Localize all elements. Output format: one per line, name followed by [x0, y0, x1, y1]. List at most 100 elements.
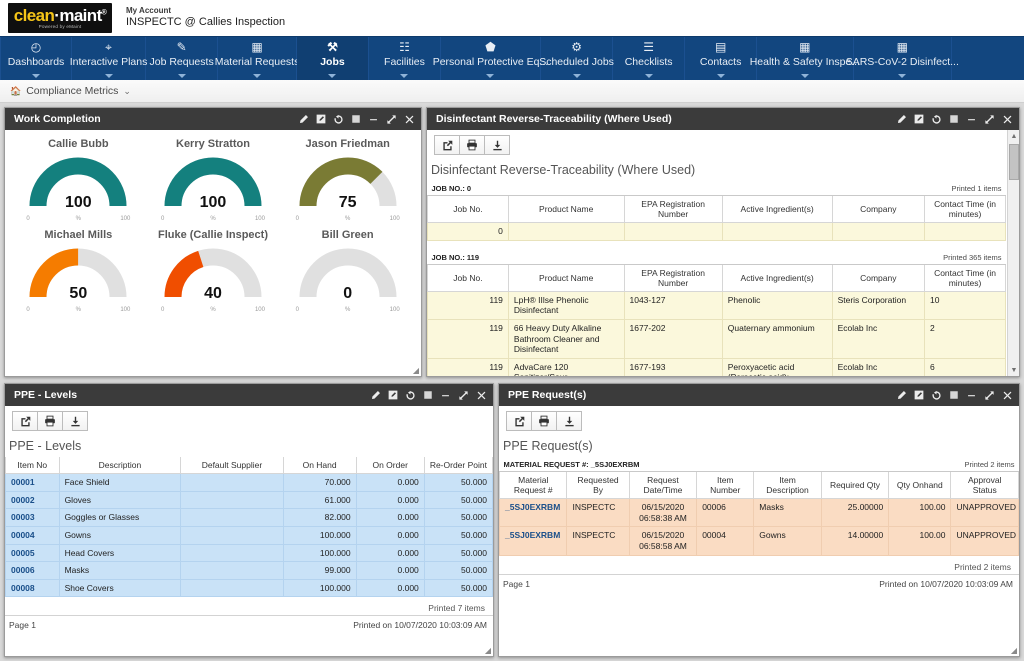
scroll-up-arrow[interactable]: ▲	[1008, 130, 1019, 142]
minimize-icon[interactable]	[368, 114, 379, 125]
column-header[interactable]: Contact Time (in minutes)	[925, 196, 1006, 223]
printer-icon[interactable]	[459, 135, 485, 155]
nav-item-personal-protective-eq[interactable]: ⬟Personal Protective Eq...	[441, 37, 541, 80]
vertical-scrollbar[interactable]: ▲ ▼	[1007, 130, 1019, 376]
chevron-down-icon[interactable]	[486, 74, 494, 78]
table-row[interactable]: 119AdvaCare 120 Sanitizer/Sour1677-193Pe…	[428, 358, 1006, 376]
column-header[interactable]: Contact Time (in minutes)	[925, 264, 1006, 291]
export-icon[interactable]	[506, 411, 532, 431]
download-icon[interactable]	[556, 411, 582, 431]
chevron-down-icon[interactable]	[253, 74, 261, 78]
download-icon[interactable]	[62, 411, 88, 431]
column-header[interactable]: EPA Registration Number	[624, 196, 722, 223]
chevron-down-icon[interactable]	[105, 74, 113, 78]
table-row[interactable]: 00008Shoe Covers100.0000.00050.000	[6, 579, 493, 597]
export-icon[interactable]	[434, 135, 460, 155]
material-request-link[interactable]: _5SJ0EXRBM	[505, 530, 560, 540]
restore-icon[interactable]	[949, 114, 959, 124]
resize-grip[interactable]: ◢	[482, 646, 491, 655]
printer-icon[interactable]	[37, 411, 63, 431]
table-row[interactable]: _5SJ0EXRBMINSPECTC06/15/202006:58:38 AM0…	[500, 499, 1019, 527]
item-no-link[interactable]: 00004	[11, 530, 35, 540]
refresh-icon[interactable]	[931, 390, 942, 401]
resize-grip[interactable]: ◢	[1008, 646, 1017, 655]
refresh-icon[interactable]	[405, 390, 416, 401]
expand-icon[interactable]	[984, 114, 995, 125]
nav-item-health-safety-inspe[interactable]: ▦Health & Safety Inspe...	[757, 37, 853, 80]
minimize-icon[interactable]	[440, 390, 451, 401]
chevron-down-icon[interactable]	[898, 74, 906, 78]
column-header[interactable]: Active Ingredient(s)	[722, 264, 832, 291]
close-icon[interactable]	[404, 114, 415, 125]
chevron-down-icon[interactable]	[801, 74, 809, 78]
column-header[interactable]: Qty Onhand	[889, 472, 951, 499]
table-row[interactable]: 00004Gowns100.0000.00050.000	[6, 526, 493, 544]
column-header[interactable]: Company	[832, 264, 924, 291]
pencil-icon[interactable]	[896, 114, 907, 125]
nav-item-scheduled-jobs[interactable]: ⚙Scheduled Jobs	[541, 37, 613, 80]
refresh-icon[interactable]	[333, 114, 344, 125]
nav-item-checklists[interactable]: ☰Checklists	[613, 37, 685, 80]
column-header[interactable]: Request Date/Time	[629, 472, 696, 499]
chevron-down-icon[interactable]	[328, 74, 336, 78]
column-header[interactable]: Required Qty	[821, 472, 888, 499]
table-row[interactable]: 119LpH® IIlse Phenolic Disinfectant1043-…	[428, 291, 1006, 319]
column-header[interactable]: On Order	[356, 457, 424, 474]
scrollbar-thumb[interactable]	[1009, 144, 1019, 180]
close-icon[interactable]	[1002, 390, 1013, 401]
table-row[interactable]: 11966 Heavy Duty Alkaline Bathroom Clean…	[428, 319, 1006, 358]
item-no-link[interactable]: 00002	[11, 495, 35, 505]
nav-item-job-requests[interactable]: ✎Job Requests	[146, 37, 218, 80]
column-header[interactable]: EPA Registration Number	[624, 264, 722, 291]
nav-item-jobs[interactable]: ⚒Jobs	[297, 37, 369, 80]
column-header[interactable]: Default Supplier	[181, 457, 283, 474]
item-no-link[interactable]: 00001	[11, 477, 35, 487]
column-header[interactable]: Approval Status	[951, 472, 1019, 499]
close-icon[interactable]	[476, 390, 487, 401]
note-edit-icon[interactable]	[914, 390, 924, 400]
nav-item-dashboards[interactable]: ◴Dashboards	[0, 37, 72, 80]
table-row[interactable]: 00002Gloves61.0000.00050.000	[6, 491, 493, 509]
item-no-link[interactable]: 00008	[11, 583, 35, 593]
printer-icon[interactable]	[531, 411, 557, 431]
item-no-link[interactable]: 00006	[11, 565, 35, 575]
table-row[interactable]: 0	[428, 223, 1006, 241]
column-header[interactable]: Item No	[6, 457, 60, 474]
chevron-down-icon[interactable]	[645, 74, 653, 78]
material-request-link[interactable]: _5SJ0EXRBM	[505, 502, 560, 512]
export-icon[interactable]	[12, 411, 38, 431]
resize-grip[interactable]: ◢	[410, 366, 419, 375]
table-row[interactable]: 00001Face Shield70.0000.00050.000	[6, 474, 493, 492]
restore-icon[interactable]	[949, 390, 959, 400]
nav-item-contacts[interactable]: ▤Contacts	[685, 37, 757, 80]
minimize-icon[interactable]	[966, 114, 977, 125]
refresh-icon[interactable]	[931, 114, 942, 125]
pencil-icon[interactable]	[370, 390, 381, 401]
my-account-label[interactable]: My Account	[126, 6, 285, 16]
column-header[interactable]: Re-Order Point	[424, 457, 492, 474]
close-icon[interactable]	[1002, 114, 1013, 125]
restore-icon[interactable]	[423, 390, 433, 400]
expand-icon[interactable]	[386, 114, 397, 125]
column-header[interactable]: Job No.	[428, 264, 509, 291]
chevron-down-icon[interactable]	[717, 74, 725, 78]
nav-item-material-requests[interactable]: ▦Material Requests	[218, 37, 297, 80]
column-header[interactable]: Product Name	[508, 196, 624, 223]
table-row[interactable]: 00003Goggles or Glasses82.0000.00050.000	[6, 509, 493, 527]
chevron-down-icon[interactable]	[400, 74, 408, 78]
column-header[interactable]: Material Request #	[500, 472, 567, 499]
nav-item-facilities[interactable]: ☷Facilities	[369, 37, 441, 80]
scroll-down-arrow[interactable]: ▼	[1008, 364, 1019, 376]
breadcrumb-label[interactable]: Compliance Metrics	[26, 85, 118, 97]
note-edit-icon[interactable]	[914, 114, 924, 124]
column-header[interactable]: Item Description	[754, 472, 821, 499]
chevron-down-icon[interactable]	[573, 74, 581, 78]
item-no-link[interactable]: 00003	[11, 512, 35, 522]
chevron-down-icon[interactable]	[32, 74, 40, 78]
minimize-icon[interactable]	[966, 390, 977, 401]
table-row[interactable]: _5SJ0EXRBMINSPECTC06/15/202006:58:58 AM0…	[500, 527, 1019, 555]
restore-icon[interactable]	[351, 114, 361, 124]
pencil-icon[interactable]	[896, 390, 907, 401]
column-header[interactable]: Active Ingredient(s)	[722, 196, 832, 223]
table-row[interactable]: 00005Head Covers100.0000.00050.000	[6, 544, 493, 562]
